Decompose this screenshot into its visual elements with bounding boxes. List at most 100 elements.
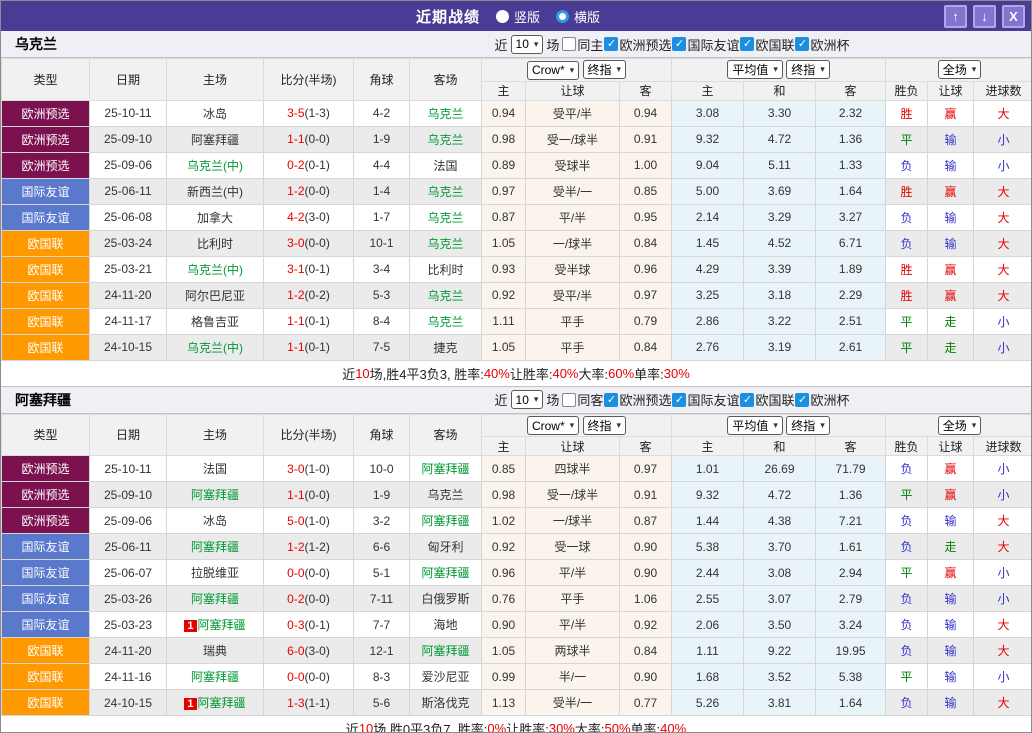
avg-away-cell: 19.95 xyxy=(816,638,886,664)
league-checkbox[interactable]: ✓ xyxy=(672,37,686,51)
select-value: 全场 xyxy=(943,61,967,78)
away-team-name: 斯洛伐克 xyxy=(421,696,469,710)
league-checkbox[interactable]: ✓ xyxy=(604,393,618,407)
avg-source-select[interactable]: 平均值▾ xyxy=(727,60,783,79)
avg-time-select[interactable]: 终指▾ xyxy=(786,416,830,435)
avg-source-select[interactable]: 平均值▾ xyxy=(727,416,783,435)
avg-time-select[interactable]: 终指▾ xyxy=(786,60,830,79)
league-checkbox[interactable]: ✓ xyxy=(740,393,754,407)
handicap-cell: 一/球半 xyxy=(526,230,620,256)
away-team-cell: 乌克兰 xyxy=(410,204,482,230)
col-header-avg-draw: 和 xyxy=(744,437,816,456)
period-select[interactable]: 全场▾ xyxy=(938,416,982,435)
avg-draw-cell: 3.29 xyxy=(744,204,816,230)
league-checkbox[interactable]: ✓ xyxy=(740,37,754,51)
home-team-name: 阿塞拜疆 xyxy=(191,488,239,502)
away-team-name: 乌克兰 xyxy=(427,211,463,225)
avg-away-cell: 5.38 xyxy=(816,664,886,690)
home-team-cell: 阿塞拜疆 xyxy=(167,482,264,508)
avg-home-cell: 5.00 xyxy=(672,178,744,204)
goals-result-cell: 大 xyxy=(974,638,1032,664)
home-team-name: 加拿大 xyxy=(197,211,233,225)
avg-away-cell: 2.32 xyxy=(816,100,886,126)
halftime-score: (1-1) xyxy=(305,696,330,710)
corner-cell: 8-3 xyxy=(354,664,410,690)
away-team-name: 乌克兰 xyxy=(427,107,463,121)
home-team-cell: 法国 xyxy=(167,456,264,482)
away-odds-cell: 0.85 xyxy=(620,178,672,204)
odds-time-select[interactable]: 终指▾ xyxy=(583,416,627,435)
league-checkbox[interactable]: ✓ xyxy=(672,393,686,407)
league-checkbox[interactable]: ✓ xyxy=(604,37,618,51)
home-team-name: 冰岛 xyxy=(203,514,227,528)
move-down-button[interactable]: ↓ xyxy=(973,5,996,28)
summary-segment: 40% xyxy=(660,721,686,733)
halftime-score: (0-0) xyxy=(305,592,330,606)
avg-home-cell: 2.14 xyxy=(672,204,744,230)
home-team-cell: 比利时 xyxy=(167,230,264,256)
corner-cell: 5-3 xyxy=(354,282,410,308)
handicap-cell: 受半球 xyxy=(526,256,620,282)
date-cell: 25-09-10 xyxy=(90,482,167,508)
away-odds-cell: 0.92 xyxy=(620,612,672,638)
summary-segment: 大率: xyxy=(579,364,609,383)
period-select[interactable]: 全场▾ xyxy=(938,60,982,79)
home-team-name: 新西兰(中) xyxy=(187,185,243,199)
score-cell: 1-2(1-2) xyxy=(264,534,354,560)
result-cell: 负 xyxy=(886,638,928,664)
move-up-button[interactable]: ↑ xyxy=(944,5,967,28)
handicap-result-cell: 赢 xyxy=(928,560,974,586)
chevron-down-icon: ▾ xyxy=(570,420,575,431)
avg-home-cell: 2.55 xyxy=(672,586,744,612)
table-row: 欧国联 24-11-20 瑞典 6-0(3-0) 12-1 阿塞拜疆 1.05 … xyxy=(2,638,1032,664)
score-cell: 1-3(1-1) xyxy=(264,690,354,716)
avg-away-cell: 1.64 xyxy=(816,690,886,716)
away-team-cell: 乌克兰 xyxy=(410,482,482,508)
home-team-cell: 1阿塞拜疆 xyxy=(167,690,264,716)
same-venue-checkbox[interactable] xyxy=(562,37,576,51)
competition-type-cell: 国际友谊 xyxy=(2,204,90,230)
league-label: 国际友谊 xyxy=(687,390,739,409)
chevron-down-icon: ▾ xyxy=(617,64,622,75)
same-venue-checkbox[interactable] xyxy=(562,393,576,407)
col-header-date: 日期 xyxy=(90,59,167,101)
odds-source-select[interactable]: Crow*▾ xyxy=(527,416,579,435)
handicap-cell: 平/半 xyxy=(526,560,620,586)
corner-cell: 7-7 xyxy=(354,612,410,638)
home-team-cell: 冰岛 xyxy=(167,100,264,126)
odds-source-select[interactable]: Crow*▾ xyxy=(527,61,579,80)
view-option-vertical[interactable]: 竖版 xyxy=(496,7,540,26)
summary-segment: 场,胜0平3负7, 胜率: xyxy=(373,719,487,733)
away-team-cell: 斯洛伐克 xyxy=(410,690,482,716)
home-team-name: 阿尔巴尼亚 xyxy=(185,289,245,303)
away-team-cell: 阿塞拜疆 xyxy=(410,560,482,586)
result-cell: 胜 xyxy=(886,282,928,308)
close-button[interactable]: X xyxy=(1002,5,1025,28)
home-odds-cell: 1.05 xyxy=(482,230,526,256)
home-team-cell: 瑞典 xyxy=(167,638,264,664)
home-team-name: 比利时 xyxy=(197,237,233,251)
league-checkbox[interactable]: ✓ xyxy=(795,393,809,407)
chevron-down-icon: ▾ xyxy=(820,420,825,431)
corner-cell: 4-4 xyxy=(354,152,410,178)
games-count-select[interactable]: 10 ▾ xyxy=(511,35,544,54)
fulltime-score: 1-2 xyxy=(287,288,304,302)
league-checkbox[interactable]: ✓ xyxy=(795,37,809,51)
corner-cell: 1-4 xyxy=(354,178,410,204)
away-team-cell: 阿塞拜疆 xyxy=(410,638,482,664)
view-option-horizontal[interactable]: 横版 xyxy=(556,7,600,26)
avg-away-cell: 2.79 xyxy=(816,586,886,612)
home-team-name: 格鲁吉亚 xyxy=(191,315,239,329)
avg-away-cell: 71.79 xyxy=(816,456,886,482)
away-odds-cell: 0.94 xyxy=(620,100,672,126)
home-team-name: 阿塞拜疆 xyxy=(191,592,239,606)
date-cell: 25-06-08 xyxy=(90,204,167,230)
odds-time-select[interactable]: 终指▾ xyxy=(583,60,627,79)
avg-draw-cell: 5.11 xyxy=(744,152,816,178)
summary-segment: 10 xyxy=(355,366,369,381)
chevron-down-icon: ▾ xyxy=(534,39,539,50)
date-cell: 24-11-20 xyxy=(90,282,167,308)
goals-result-cell: 小 xyxy=(974,334,1032,360)
avg-draw-cell: 4.72 xyxy=(744,482,816,508)
games-count-select[interactable]: 10 ▾ xyxy=(511,390,544,409)
